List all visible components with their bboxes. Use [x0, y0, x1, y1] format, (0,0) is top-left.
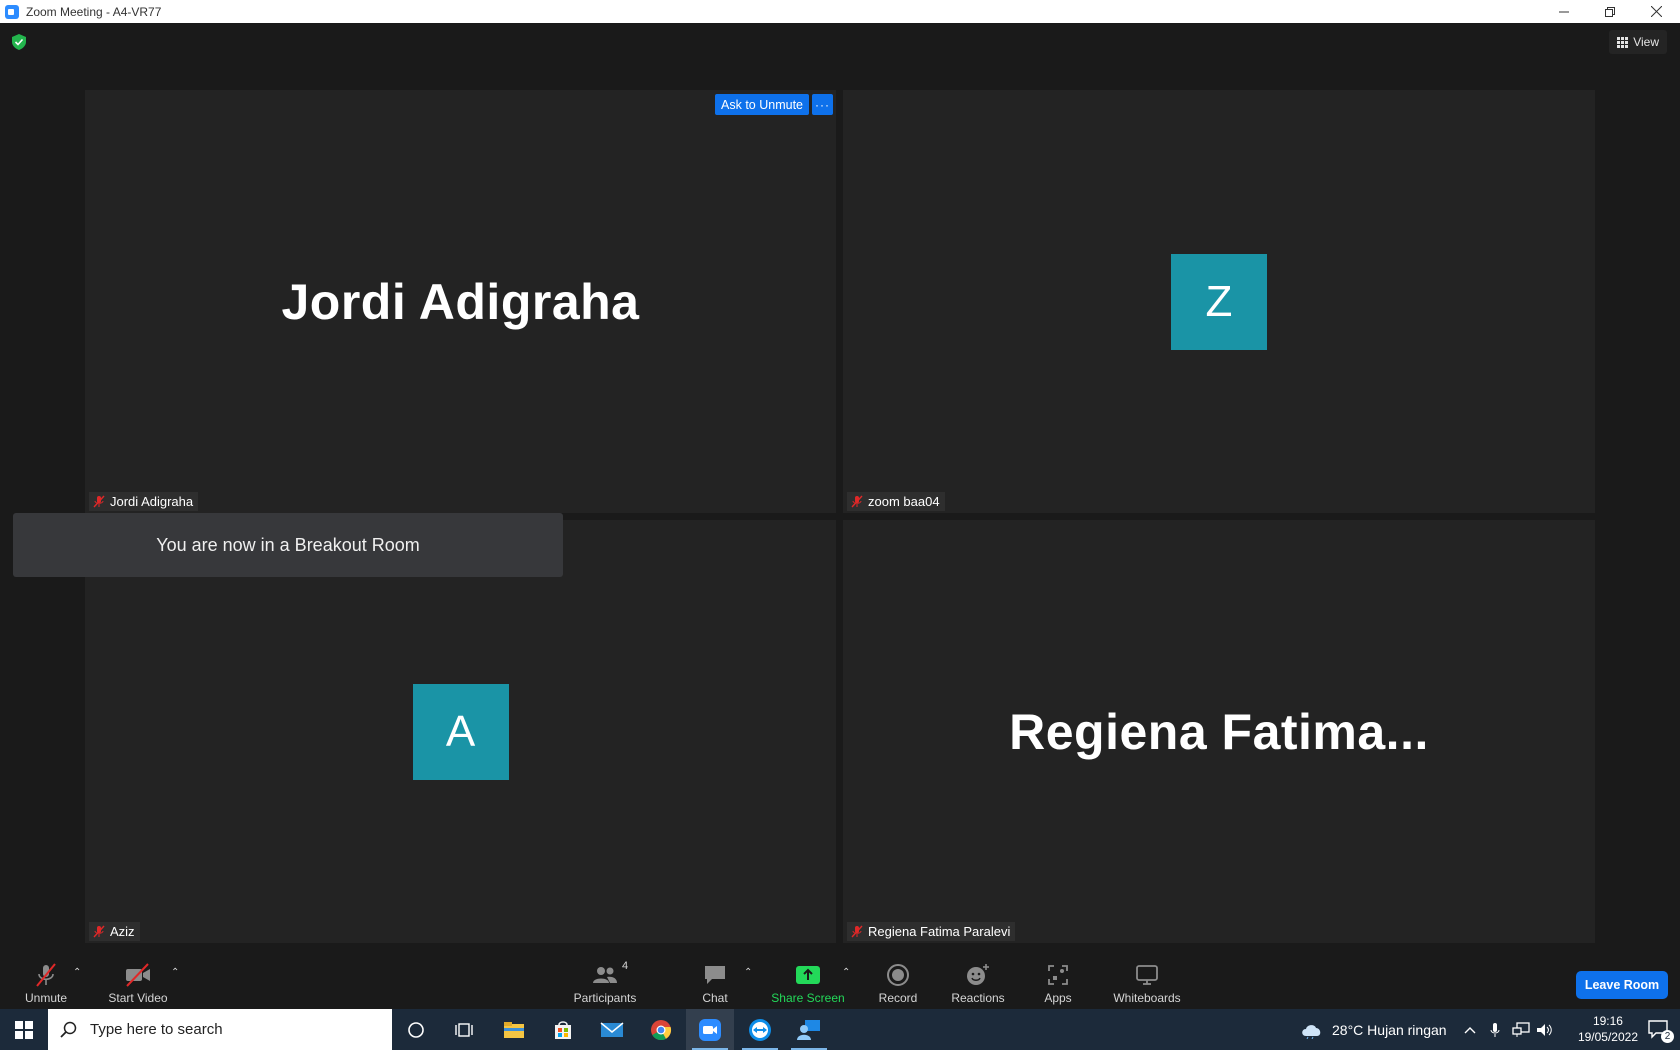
avatar: Z	[1171, 253, 1267, 350]
chat-options-caret-icon[interactable]: ⌃	[744, 967, 752, 978]
participant-name: Jordi Adigraha	[110, 494, 194, 509]
video-tile-aziz[interactable]: A Aziz	[85, 520, 836, 943]
tile-display-name: Jordi Adigraha	[281, 273, 640, 330]
mic-muted-icon	[851, 495, 863, 508]
record-icon	[887, 964, 909, 986]
whiteboards-label: Whiteboards	[1113, 991, 1181, 1005]
mail-icon[interactable]	[588, 1009, 636, 1050]
remote-app-icon[interactable]	[785, 1009, 833, 1050]
microphone-tray-icon[interactable]	[1490, 1009, 1500, 1050]
apps-button[interactable]: Apps	[1042, 955, 1074, 1009]
participant-nameplate: Jordi Adigraha	[89, 492, 199, 511]
taskbar-search-box[interactable]: Type here to search	[48, 1009, 392, 1050]
share-screen-button[interactable]: Share Screen	[771, 955, 845, 1009]
participant-nameplate: zoom baa04	[847, 492, 945, 511]
video-options-caret-icon[interactable]: ⌃	[171, 967, 179, 978]
participants-icon	[593, 967, 617, 983]
task-view-icon[interactable]	[440, 1009, 488, 1050]
reactions-icon	[967, 964, 989, 985]
window-title: Zoom Meeting - A4-VR77	[26, 4, 162, 19]
avatar: A	[412, 683, 509, 780]
leave-room-button[interactable]: Leave Room	[1576, 971, 1668, 999]
close-icon[interactable]	[1633, 0, 1679, 23]
windows-logo-icon	[15, 1020, 33, 1039]
chat-button[interactable]: Chat	[697, 955, 733, 1009]
microsoft-store-icon[interactable]	[539, 1009, 587, 1050]
chat-label: Chat	[702, 991, 728, 1005]
search-icon	[60, 1021, 77, 1038]
network-icon[interactable]	[1512, 1009, 1530, 1050]
ask-to-unmute-button[interactable]: Ask to Unmute	[715, 94, 809, 115]
participants-label: Participants	[573, 991, 637, 1005]
participants-button[interactable]: 4 Participants	[572, 955, 638, 1009]
view-label: View	[1633, 35, 1659, 49]
mic-muted-icon	[93, 925, 105, 938]
mic-muted-icon	[36, 963, 56, 987]
clock-date: 19/05/2022	[1577, 1030, 1638, 1044]
audio-options-caret-icon[interactable]: ⌃	[73, 967, 81, 978]
share-screen-label: Share Screen	[771, 991, 845, 1005]
volume-icon[interactable]	[1536, 1009, 1554, 1050]
weather-cloud-icon	[1302, 1024, 1321, 1039]
participant-name: zoom baa04	[868, 494, 940, 509]
search-placeholder: Type here to search	[90, 1021, 223, 1038]
apps-icon	[1048, 965, 1068, 985]
participant-name: Regiena Fatima Paralevi	[868, 924, 1011, 939]
reactions-button[interactable]: Reactions	[950, 955, 1006, 1009]
show-hidden-icons-icon[interactable]	[1464, 1009, 1476, 1050]
record-label: Record	[878, 991, 918, 1005]
notification-center-icon[interactable]: 2	[1648, 1019, 1674, 1043]
zoom-taskbar-icon[interactable]	[686, 1009, 734, 1050]
file-explorer-icon[interactable]	[490, 1009, 538, 1050]
breakout-room-toast: You are now in a Breakout Room	[13, 513, 563, 577]
share-options-caret-icon[interactable]: ⌃	[842, 967, 850, 978]
participant-nameplate: Regiena Fatima Paralevi	[847, 922, 1016, 941]
mic-muted-icon	[93, 495, 105, 508]
zoom-logo-icon	[5, 4, 19, 19]
unmute-label: Unmute	[24, 991, 68, 1005]
encryption-shield-icon[interactable]	[12, 34, 26, 50]
taskbar-clock[interactable]: 19:16 19/05/2022	[1578, 1013, 1638, 1045]
share-screen-icon	[796, 966, 820, 984]
participant-nameplate: Aziz	[89, 922, 140, 941]
video-off-icon	[126, 963, 150, 987]
apps-label: Apps	[1044, 991, 1072, 1005]
record-button[interactable]: Record	[874, 955, 922, 1009]
unmute-button[interactable]: Unmute	[20, 955, 72, 1009]
start-video-label: Start Video	[108, 991, 168, 1005]
meeting-toolbar: Unmute ⌃ Start Video ⌃ 4 Participants Ch…	[0, 955, 1680, 1009]
weather-text: 28°C Hujan ringan	[1332, 1021, 1447, 1038]
view-button[interactable]: View	[1609, 30, 1667, 54]
minimize-icon[interactable]	[1541, 0, 1587, 23]
clock-time: 19:16	[1592, 1014, 1623, 1028]
participants-count: 4	[622, 960, 629, 972]
video-tile-jordi[interactable]: Jordi Adigraha Ask to Unmute ··· Jordi A…	[85, 90, 836, 513]
notification-count-badge: 2	[1661, 1030, 1674, 1043]
mic-muted-icon	[851, 925, 863, 938]
weather-widget[interactable]: 28°C Hujan ringan	[1300, 1009, 1447, 1050]
video-tile-zoom-baa04[interactable]: Z zoom baa04	[843, 90, 1595, 513]
meeting-area: View Jordi Adigraha Ask to Unmute ··· Jo…	[0, 23, 1680, 955]
participant-name: Aziz	[110, 924, 135, 939]
title-bar: Zoom Meeting - A4-VR77	[0, 0, 1680, 23]
chrome-icon[interactable]	[637, 1009, 685, 1050]
whiteboards-button[interactable]: Whiteboards	[1110, 955, 1184, 1009]
start-video-button[interactable]: Start Video	[104, 955, 172, 1009]
chat-icon	[705, 966, 725, 984]
teamviewer-icon[interactable]	[736, 1009, 784, 1050]
reactions-label: Reactions	[951, 991, 1005, 1005]
grid-icon	[1617, 36, 1629, 48]
whiteboard-icon	[1136, 965, 1158, 985]
windows-taskbar: Type here to search 28°C Hujan ringan 19…	[0, 1009, 1680, 1050]
start-button[interactable]	[0, 1009, 48, 1050]
restore-icon[interactable]	[1587, 0, 1633, 23]
video-tile-regiena[interactable]: Regiena Fatima... Regiena Fatima Paralev…	[843, 520, 1595, 943]
tile-display-name: Regiena Fatima...	[1009, 703, 1429, 760]
cortana-icon[interactable]	[392, 1009, 440, 1050]
more-options-button[interactable]: ···	[812, 94, 833, 115]
